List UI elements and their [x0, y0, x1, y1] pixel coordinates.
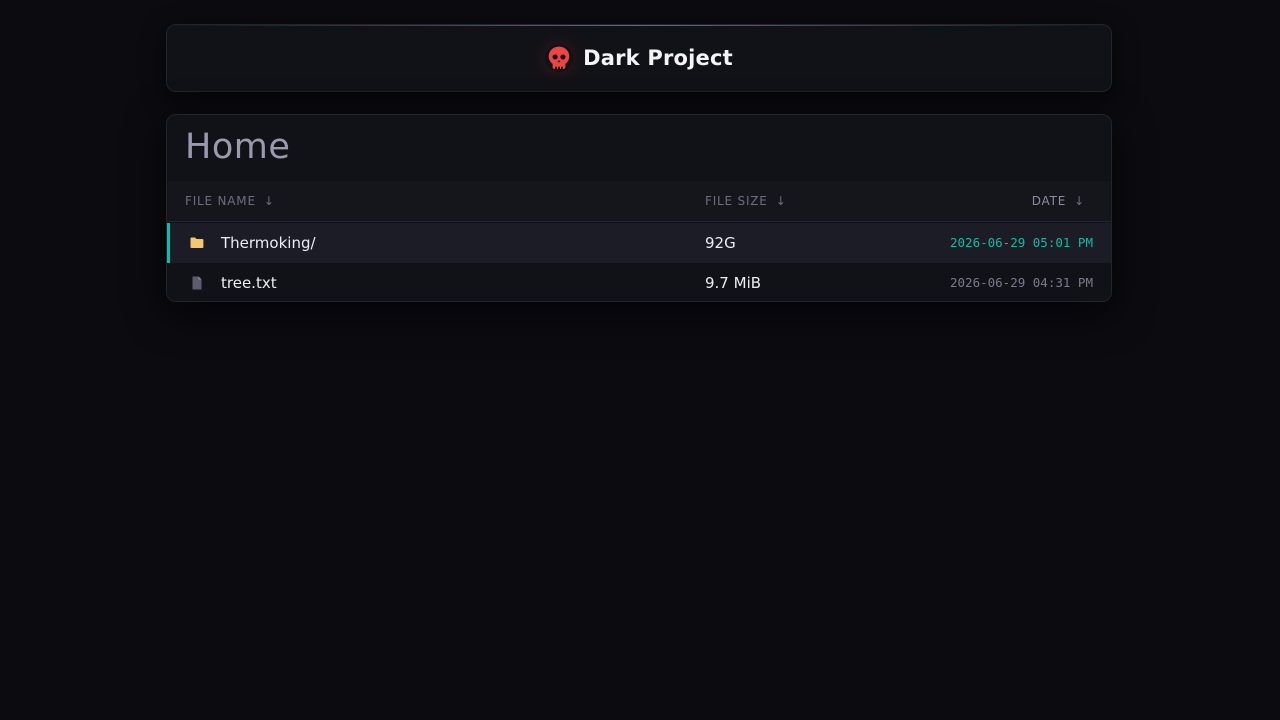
column-header-file-name[interactable]: FILE NAME ↓ [185, 181, 275, 222]
table-row[interactable]: Thermoking/ 92G 2026-06-29 05:01 PM [167, 223, 1111, 263]
file-icon [189, 275, 205, 291]
sort-arrow-icon: ↓ [1074, 194, 1085, 208]
folder-icon [189, 235, 205, 251]
file-date: 2026-06-29 05:01 PM [950, 235, 1093, 250]
skull-icon [545, 44, 573, 72]
page-title: Home [185, 127, 291, 167]
table-row[interactable]: tree.txt 9.7 MiB 2026-06-29 04:31 PM [167, 263, 1111, 301]
column-header-date[interactable]: DATE ↓ [1032, 181, 1085, 222]
column-header-file-size[interactable]: FILE SIZE ↓ [705, 181, 787, 222]
table-header: FILE NAME ↓ FILE SIZE ↓ DATE ↓ [167, 181, 1111, 222]
header-bar: Dark Project [166, 24, 1112, 92]
file-size: 9.7 MiB [705, 274, 762, 292]
sort-arrow-icon: ↓ [775, 194, 787, 208]
app-title: Dark Project [583, 46, 733, 70]
brand[interactable]: Dark Project [167, 25, 1111, 91]
column-label: DATE [1031, 194, 1067, 208]
file-date: 2026-06-29 04:31 PM [950, 275, 1093, 290]
file-name-link[interactable]: Thermoking/ [221, 223, 316, 263]
page: Dark Project Home FILE NAME ↓ FILE SIZE ↓ … [0, 0, 1280, 720]
file-size: 92G [705, 234, 736, 252]
sort-arrow-icon: ↓ [263, 194, 275, 208]
file-listing: Home FILE NAME ↓ FILE SIZE ↓ DATE ↓ Thermok… [166, 114, 1112, 302]
column-label: FILE NAME [185, 194, 256, 208]
column-label: FILE SIZE [705, 194, 768, 208]
file-name-link[interactable]: tree.txt [221, 263, 277, 301]
